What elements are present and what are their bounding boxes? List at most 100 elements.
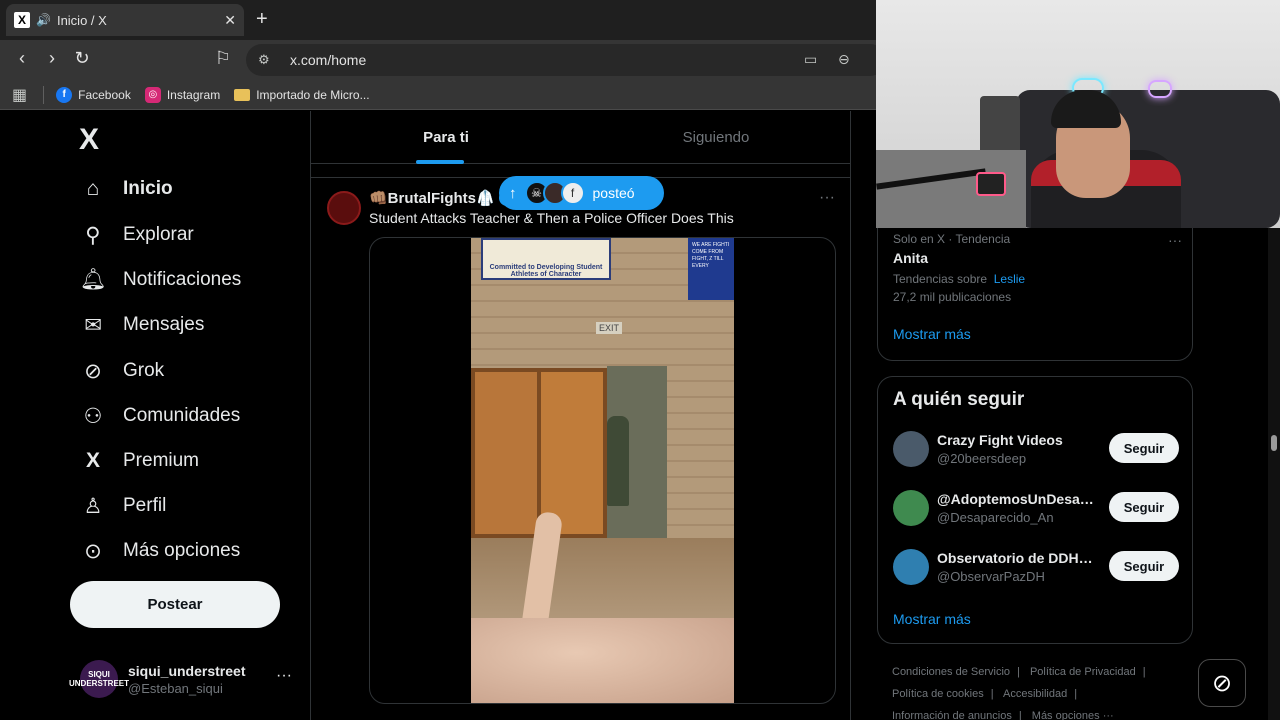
tab-label: Siguiendo bbox=[682, 129, 750, 146]
x-favicon-icon: X bbox=[14, 12, 30, 28]
suggestion-name: @AdoptemosUnDesap... bbox=[937, 491, 1097, 507]
forward-icon[interactable]: › bbox=[40, 48, 64, 69]
profile-icon: ♙ bbox=[83, 494, 103, 518]
back-icon[interactable]: ‹ bbox=[10, 48, 34, 69]
new-tab-icon[interactable]: + bbox=[256, 8, 268, 31]
avatar: f bbox=[560, 181, 585, 205]
nav-label: Premium bbox=[123, 450, 200, 471]
bookmark-label: Importado de Micro... bbox=[256, 87, 370, 102]
more-icon[interactable]: ··· bbox=[276, 667, 292, 685]
reload-icon[interactable]: ↻ bbox=[70, 48, 94, 69]
nav-item-grok[interactable]: ⊘ Grok bbox=[80, 351, 164, 391]
footer-link[interactable]: Condiciones de Servicio bbox=[892, 666, 1010, 678]
more-icon[interactable]: ··· bbox=[1168, 232, 1182, 248]
suggestion-handle: @20beersdeep bbox=[937, 451, 1027, 466]
video-door bbox=[471, 368, 541, 538]
bookmarks-bar: ▦ f Facebook ◎ Instagram Importado de Mi… bbox=[0, 80, 876, 110]
post-media[interactable]: Committed to Developing Student Athletes… bbox=[369, 237, 836, 704]
who-to-follow-card: A quién seguir Crazy Fight Videos @20bee… bbox=[877, 376, 1193, 644]
footer-link[interactable]: Política de cookies bbox=[892, 688, 984, 700]
home-icon: ⌂ bbox=[86, 177, 100, 200]
more-icon[interactable]: ··· bbox=[819, 189, 835, 207]
nav-label: Perfil bbox=[123, 495, 167, 516]
nav-item-explorar[interactable]: ⚲ Explorar bbox=[80, 215, 194, 255]
bell-icon: 🔔︎ bbox=[79, 268, 107, 291]
divider bbox=[43, 85, 45, 104]
tab-siguiendo[interactable]: Siguiendo bbox=[581, 111, 851, 164]
site-info-icon[interactable]: ⚙ bbox=[258, 52, 278, 68]
x-logo-icon[interactable]: X bbox=[79, 123, 99, 157]
video-person bbox=[607, 416, 629, 506]
nav-item-mensajes[interactable]: ✉ Mensajes bbox=[80, 305, 204, 345]
divider: | bbox=[990, 688, 994, 700]
show-more-link[interactable]: Mostrar más bbox=[893, 611, 971, 627]
more-circle-icon: ⊙ bbox=[84, 539, 102, 563]
nav-label: Notificaciones bbox=[123, 269, 242, 290]
account-switcher[interactable]: SIQUI UNDERSTREET siqui_understreet @Est… bbox=[69, 659, 300, 699]
install-icon[interactable]: ▭ bbox=[804, 51, 817, 68]
follow-suggestion[interactable]: Crazy Fight Videos @20beersdeep Seguir bbox=[893, 429, 1179, 469]
bookmark-folder[interactable]: Importado de Micro... bbox=[234, 87, 370, 102]
footer-link[interactable]: Información de anuncios bbox=[892, 710, 1012, 720]
follow-button[interactable]: Seguir bbox=[1109, 492, 1179, 522]
trend-item[interactable]: Solo en X · Tendencia Anita Tendencias s… bbox=[893, 232, 1025, 304]
suggestion-name: Crazy Fight Videos bbox=[937, 432, 1063, 448]
microphone-icon bbox=[976, 172, 1006, 196]
new-posts-pill[interactable]: ↑ ☠ f posteó bbox=[499, 176, 664, 210]
nav-item-mas-opciones[interactable]: ⊙ Más opciones bbox=[80, 531, 240, 571]
zoom-icon[interactable]: ⊖ bbox=[838, 51, 850, 68]
trend-about-link[interactable]: Leslie bbox=[994, 272, 1025, 286]
nav-item-comunidades[interactable]: ⚇ Comunidades bbox=[80, 396, 241, 436]
trend-count: 27,2 mil publicaciones bbox=[893, 290, 1012, 304]
bookmark-icon[interactable]: ⚐ bbox=[211, 48, 235, 69]
url-text[interactable]: x.com/home bbox=[290, 52, 366, 68]
nav-item-premium[interactable]: X Premium bbox=[80, 441, 199, 481]
grok-floating-button[interactable]: ⊘ bbox=[1198, 659, 1246, 707]
video-banner: Committed to Developing Student Athletes… bbox=[481, 238, 611, 280]
scrollbar-thumb[interactable] bbox=[1271, 435, 1277, 451]
footer-link[interactable]: Más opciones ··· bbox=[1032, 710, 1114, 720]
speaker-icon[interactable]: 🔊 bbox=[36, 13, 51, 27]
account-display-name: siqui_understreet bbox=[128, 662, 246, 679]
show-more-link[interactable]: Mostrar más bbox=[893, 326, 971, 342]
footer-links: Condiciones de Servicio | Política de Pri… bbox=[892, 661, 1192, 720]
follow-button[interactable]: Seguir bbox=[1109, 433, 1179, 463]
post[interactable]: 👊🏽BrutalFights🥼 ✓ ··· Student Attacks Te… bbox=[311, 179, 851, 720]
browser-tab[interactable]: X 🔊 Inicio / X ✕ bbox=[6, 4, 244, 36]
mail-icon: ✉ bbox=[84, 313, 102, 337]
tab-para-ti[interactable]: Para ti bbox=[311, 111, 581, 164]
follow-button[interactable]: Seguir bbox=[1109, 551, 1179, 581]
address-bar[interactable]: ⚙ x.com/home ▭ ⊖ bbox=[246, 44, 886, 76]
apps-grid-icon[interactable]: ▦ bbox=[12, 85, 27, 105]
post-button[interactable]: Postear bbox=[70, 581, 280, 628]
search-icon: ⚲ bbox=[85, 223, 101, 247]
suggestion-handle: @ObservarPazDH bbox=[937, 569, 1045, 584]
trend-meta: Solo en X · Tendencia bbox=[893, 232, 1011, 246]
who-to-follow-title: A quién seguir bbox=[893, 389, 1025, 410]
close-tab-icon[interactable]: ✕ bbox=[224, 12, 236, 29]
author-avatar[interactable] bbox=[327, 191, 361, 225]
suggestion-handle: @Desaparecido_An bbox=[937, 510, 1054, 525]
divider: | bbox=[1074, 688, 1078, 700]
bookmark-label: Facebook bbox=[78, 87, 131, 102]
video-sign: WE ARE FIGHTI COME FROM FIGHT, Z TILL EV… bbox=[688, 238, 734, 300]
avatar bbox=[893, 549, 929, 585]
video-exit-sign: EXIT bbox=[596, 322, 623, 334]
author-name[interactable]: 👊🏽BrutalFights🥼 bbox=[369, 189, 495, 207]
nav-item-perfil[interactable]: ♙ Perfil bbox=[80, 486, 167, 526]
avatar: SIQUI UNDERSTREET bbox=[69, 660, 129, 698]
bookmark-facebook[interactable]: f Facebook bbox=[56, 86, 131, 103]
footer-link[interactable]: Accesibilidad bbox=[1003, 688, 1067, 700]
follow-suggestion[interactable]: @AdoptemosUnDesap... @Desaparecido_An Se… bbox=[893, 488, 1179, 528]
main-timeline: Para ti Siguiendo 👊🏽BrutalFights🥼 ✓ ··· … bbox=[310, 111, 851, 720]
suggestion-name: Observatorio de DDHH... bbox=[937, 550, 1097, 566]
footer-link[interactable]: Política de Privacidad bbox=[1030, 666, 1136, 678]
grok-icon: ⊘ bbox=[1211, 669, 1233, 697]
nav-label: Explorar bbox=[123, 224, 194, 245]
follow-suggestion[interactable]: Observatorio de DDHH... @ObservarPazDH S… bbox=[893, 547, 1179, 587]
nav-item-notificaciones[interactable]: 🔔︎ Notificaciones bbox=[79, 260, 242, 300]
bookmark-instagram[interactable]: ◎ Instagram bbox=[144, 86, 220, 103]
video-player[interactable]: Committed to Developing Student Athletes… bbox=[471, 238, 734, 703]
arrow-up-icon: ↑ bbox=[509, 184, 517, 202]
nav-item-inicio[interactable]: ⌂ Inicio bbox=[80, 169, 173, 209]
